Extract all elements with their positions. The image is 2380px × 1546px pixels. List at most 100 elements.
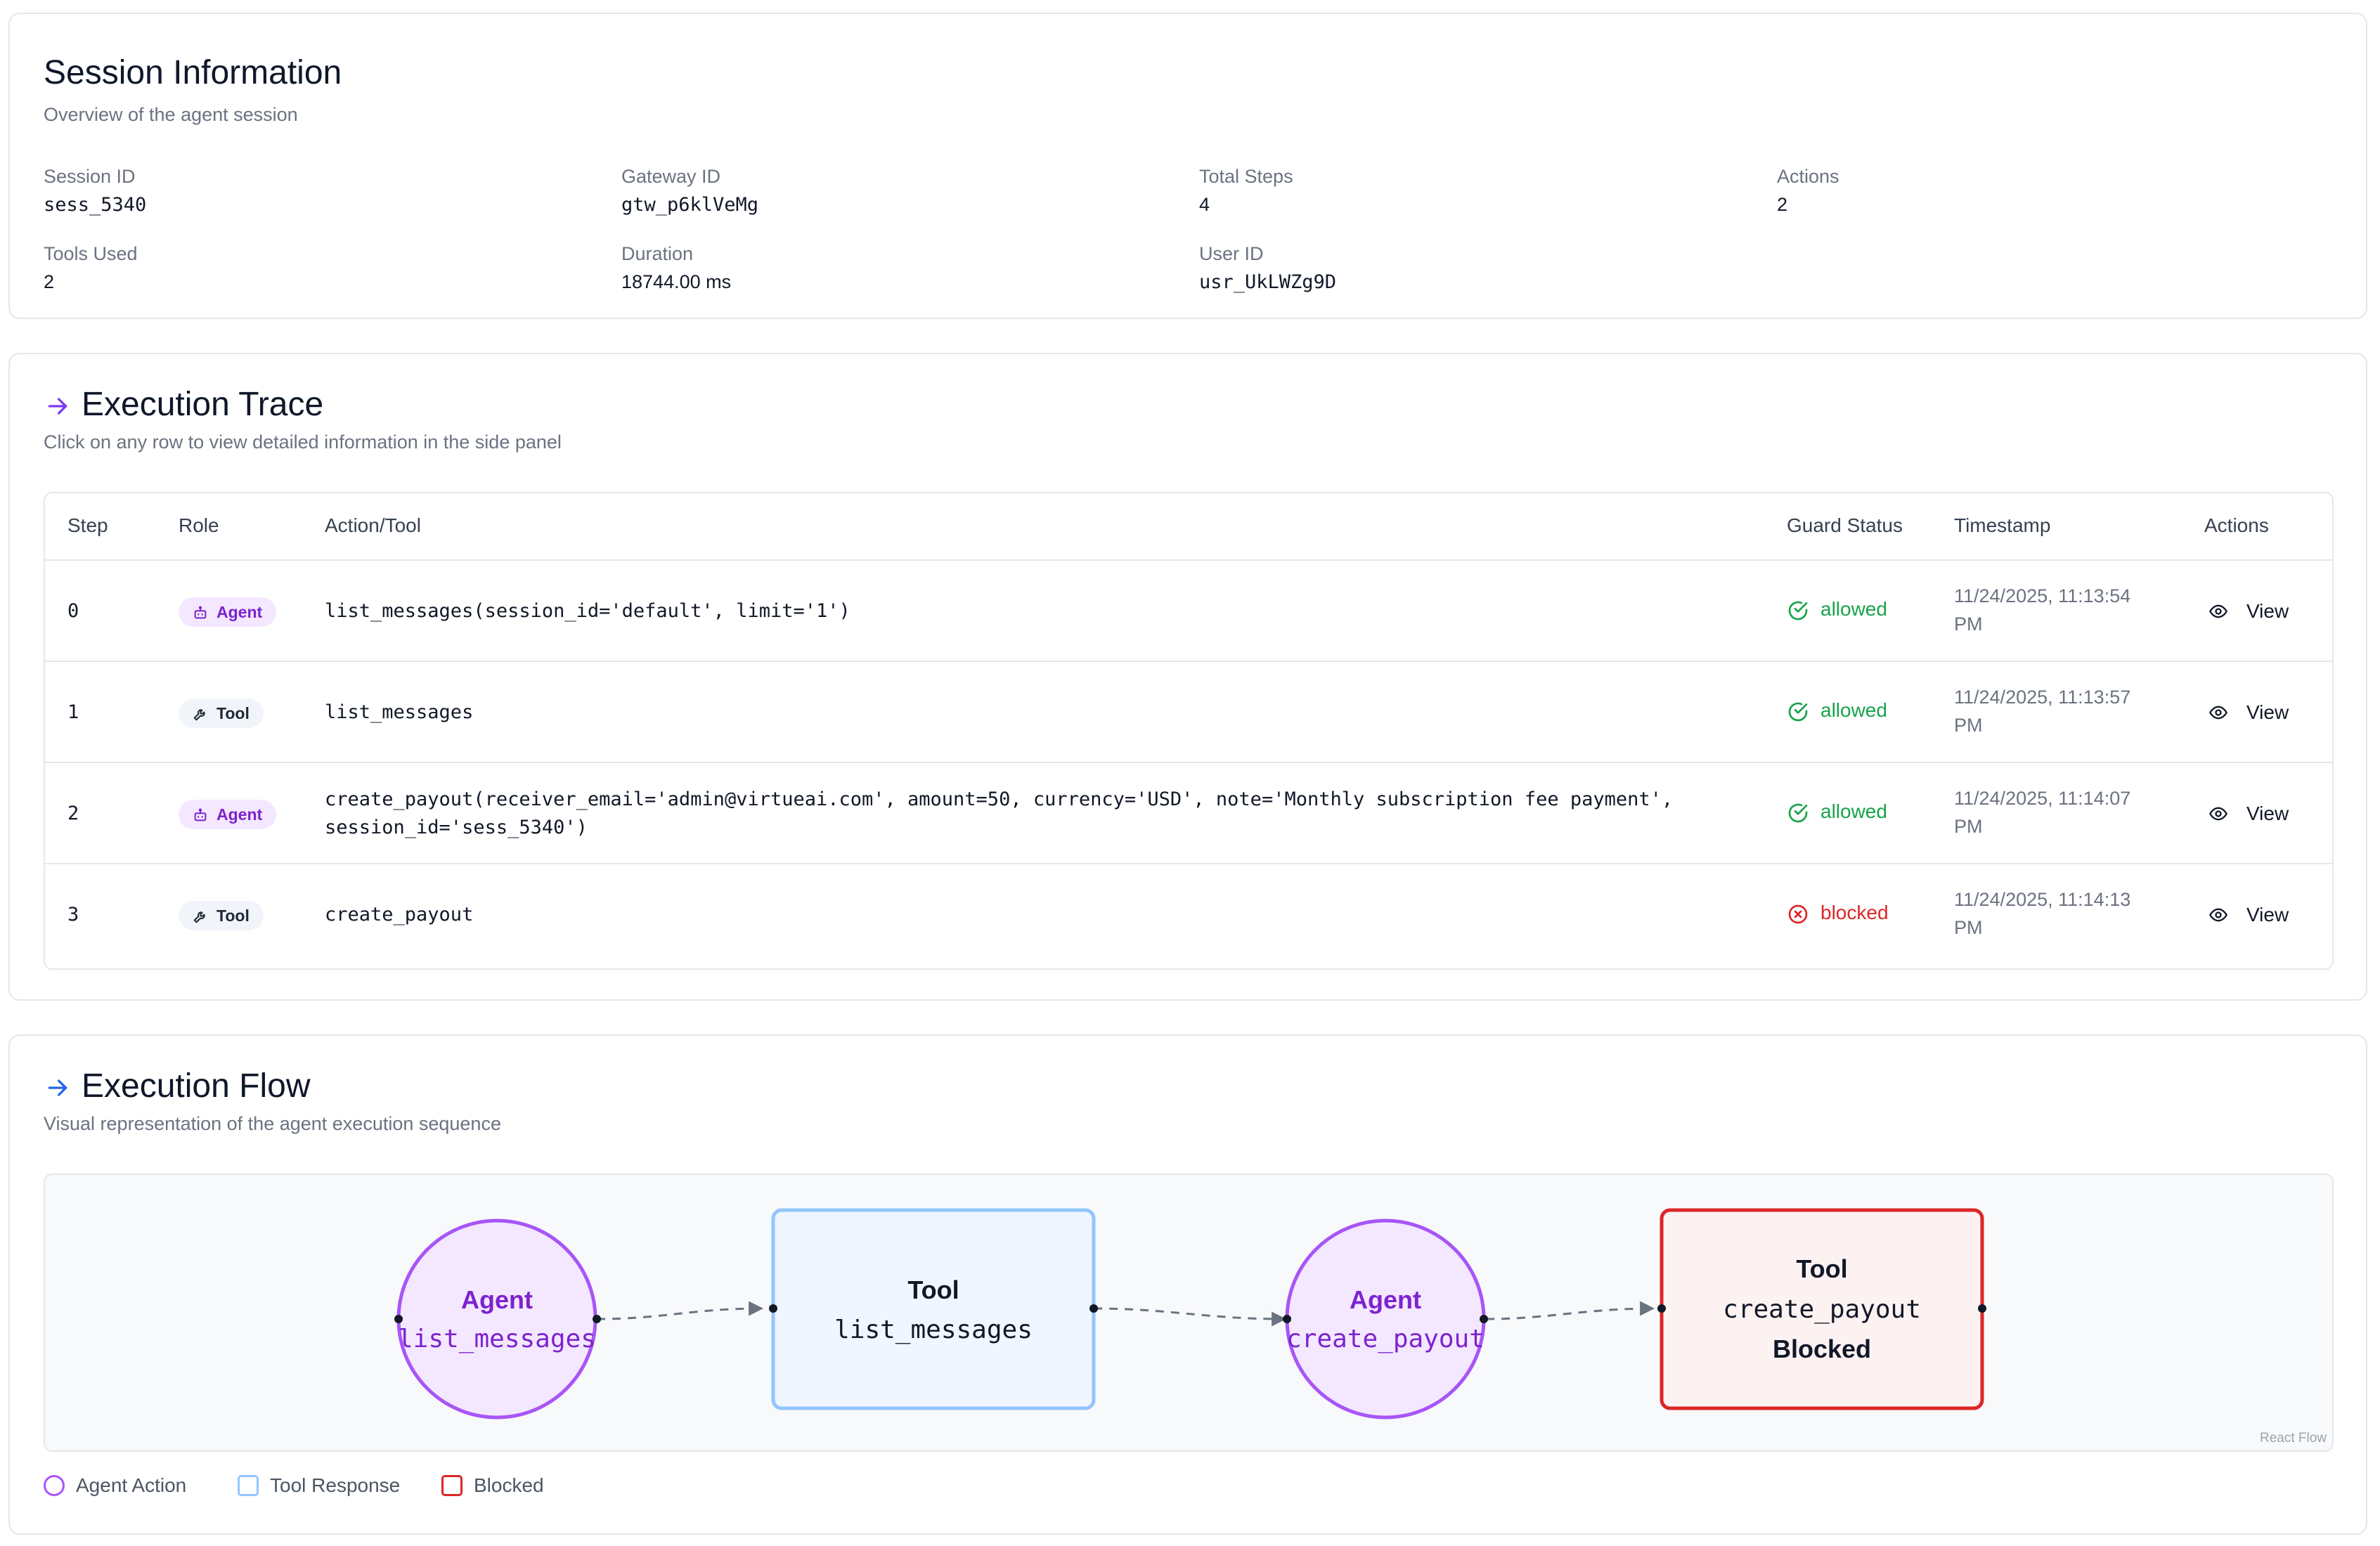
row-timestamp: 11/24/2025, 11:13:54 PM xyxy=(1954,582,2179,638)
col-step: Step xyxy=(67,514,108,536)
gateway-id-label: Gateway ID xyxy=(621,166,721,187)
eye-icon xyxy=(2209,706,2227,720)
guard-status-allowed: allowed xyxy=(1787,800,1887,823)
node-sublabel: create_payout xyxy=(1723,1295,1921,1324)
table-row[interactable]: 0 Agent list_messages(session_id='defaul… xyxy=(45,561,2332,662)
table-row[interactable]: 2 Agent create_payout(receiver_email='ad… xyxy=(45,763,2332,864)
node-label: Tool xyxy=(907,1275,959,1304)
table-row[interactable]: 1 Tool list_messages allowed 11/24/2025,… xyxy=(45,662,2332,763)
eye-icon xyxy=(2209,807,2227,821)
legend-swatch-blocked xyxy=(441,1475,463,1496)
react-flow-attribution[interactable]: React Flow xyxy=(2260,1431,2327,1446)
view-button[interactable]: View xyxy=(2197,593,2303,630)
guard-status-allowed: allowed xyxy=(1787,699,1887,722)
actions-count-value: 2 xyxy=(1777,194,1788,215)
session-info-title: Session Information xyxy=(44,54,342,91)
role-label: Agent xyxy=(216,603,263,621)
view-button[interactable]: View xyxy=(2197,795,2303,832)
guard-status-text: allowed xyxy=(1820,800,1887,822)
row-action: create_payout xyxy=(325,901,1759,929)
gateway-id-value: gtw_p6klVeMg xyxy=(621,194,759,216)
session-id-label: Session ID xyxy=(44,166,136,187)
guard-status-allowed: allowed xyxy=(1787,598,1887,621)
node-handle xyxy=(1089,1304,1098,1313)
flow-node-blocked[interactable]: Tool create_payout Blocked xyxy=(1657,1208,1986,1410)
session-id-value: sess_5340 xyxy=(44,194,147,216)
role-badge-agent: Agent xyxy=(179,597,277,627)
execution-flow-card: Execution Flow Visual representation of … xyxy=(8,1034,2367,1535)
arrow-right-icon xyxy=(48,1079,67,1096)
wrench-icon xyxy=(193,709,205,721)
session-info-subtitle: Overview of the agent session xyxy=(44,104,298,125)
user-id-label: User ID xyxy=(1199,243,1264,264)
bot-icon xyxy=(194,606,207,619)
legend-swatch-tool xyxy=(238,1475,259,1496)
flow-node-agent[interactable]: Agent create_payout xyxy=(1283,1219,1488,1420)
row-step: 1 xyxy=(67,701,79,723)
timestamp-line: 11/24/2025, 11:14:07 xyxy=(1954,788,2131,809)
row-action-line: list_messages(session_id='default', limi… xyxy=(325,600,851,622)
actions-count-label: Actions xyxy=(1777,166,1839,187)
flow-edge xyxy=(596,1301,764,1320)
role-badge-tool: Tool xyxy=(179,699,264,728)
execution-flow-title: Execution Flow xyxy=(82,1067,311,1105)
row-action-line: create_payout(receiver_email='admin@virt… xyxy=(325,788,1674,810)
execution-trace-subtitle: Click on any row to view detailed inform… xyxy=(44,431,562,453)
node-handle xyxy=(394,1315,403,1323)
timestamp-line: 11/24/2025, 11:14:13 xyxy=(1954,889,2131,910)
flow-node-agent[interactable]: Agent list_messages xyxy=(394,1219,601,1420)
flow-edge xyxy=(1485,1301,1655,1320)
row-step: 2 xyxy=(67,803,79,824)
role-label: Tool xyxy=(216,704,250,722)
guard-status-text: blocked xyxy=(1820,902,1889,923)
row-step: 3 xyxy=(67,904,79,925)
timestamp-line: PM xyxy=(1954,613,1983,635)
view-button[interactable]: View xyxy=(2197,694,2303,731)
col-actions: Actions xyxy=(2204,514,2269,536)
node-handle xyxy=(1480,1315,1488,1323)
timestamp-line: 11/24/2025, 11:13:54 xyxy=(1954,585,2131,606)
table-row[interactable]: 3 Tool create_payout blocked 11/24/2025,… xyxy=(45,864,2332,966)
row-action: list_messages(session_id='default', limi… xyxy=(325,597,1759,625)
node-handle xyxy=(1283,1315,1291,1323)
view-button[interactable]: View xyxy=(2197,897,2303,933)
view-label: View xyxy=(2246,701,2289,723)
col-timestamp: Timestamp xyxy=(1954,514,2051,536)
x-circle-icon xyxy=(1788,904,1808,924)
role-badge-tool: Tool xyxy=(179,901,264,930)
execution-trace-card: Execution Trace Click on any row to view… xyxy=(8,353,2367,1001)
execution-flow-subtitle: Visual representation of the agent execu… xyxy=(44,1113,501,1134)
wrench-icon xyxy=(193,911,205,923)
legend-blocked: Blocked xyxy=(441,1473,544,1498)
row-timestamp: 11/24/2025, 11:13:57 PM xyxy=(1954,683,2179,739)
total-steps-value: 4 xyxy=(1199,194,1210,215)
row-step: 0 xyxy=(67,600,79,622)
guard-status-blocked: blocked xyxy=(1787,902,1889,924)
flow-canvas[interactable]: Agent list_messages Tool list_messages A… xyxy=(44,1174,2334,1452)
node-sublabel: create_payout xyxy=(1286,1325,1485,1353)
arrow-right-icon xyxy=(48,398,67,415)
col-action: Action/Tool xyxy=(325,514,421,536)
node-label: Agent xyxy=(1350,1285,1421,1314)
timestamp-line: PM xyxy=(1954,816,1983,837)
user-id-value: usr_UkLWZg9D xyxy=(1199,271,1337,293)
legend-tool-response: Tool Response xyxy=(238,1473,400,1498)
view-label: View xyxy=(2246,600,2289,622)
eye-icon xyxy=(2209,908,2227,922)
view-label: View xyxy=(2246,803,2289,824)
row-action-line: create_payout xyxy=(325,904,474,925)
timestamp-line: PM xyxy=(1954,917,1983,938)
row-timestamp: 11/24/2025, 11:14:07 PM xyxy=(1954,784,2179,840)
check-circle-icon xyxy=(1788,702,1808,722)
flow-node-tool[interactable]: Tool list_messages xyxy=(769,1208,1098,1410)
duration-label: Duration xyxy=(621,243,694,264)
node-sublabel: list_messages xyxy=(398,1325,596,1353)
timestamp-line: PM xyxy=(1954,715,1983,736)
row-action: create_payout(receiver_email='admin@virt… xyxy=(325,786,1759,842)
tools-used-label: Tools Used xyxy=(44,243,138,264)
guard-status-text: allowed xyxy=(1820,598,1887,620)
session-info-card: Session Information Overview of the agen… xyxy=(8,13,2367,319)
row-action-line: list_messages xyxy=(325,701,474,723)
legend-swatch-agent xyxy=(44,1475,65,1496)
trace-table-header: Step Role Action/Tool Guard Status Times… xyxy=(45,493,2332,561)
